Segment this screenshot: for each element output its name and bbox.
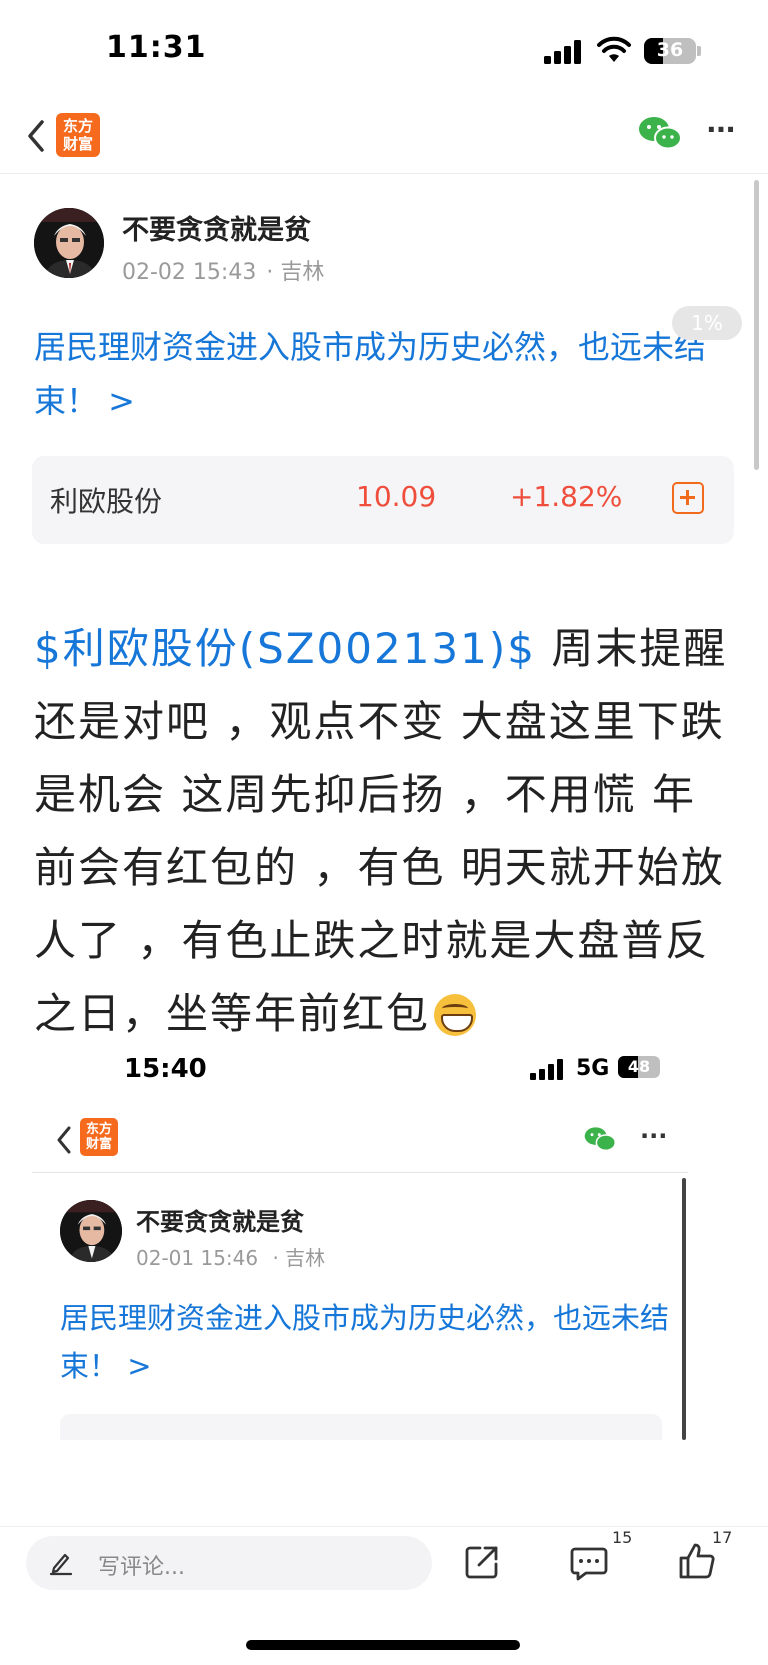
share-icon[interactable] [464, 1544, 500, 1580]
embed-avatar-image [60, 1200, 122, 1262]
battery-level: 36 [656, 39, 684, 61]
embed-brand-logo: 东方财富 [80, 1118, 118, 1156]
author-avatar[interactable] [34, 208, 104, 278]
embed-author-name: 不要贪贪就是贫 [136, 1208, 304, 1236]
author-name[interactable]: 不要贪贪就是贫 [122, 208, 311, 247]
wifi-icon [597, 36, 631, 62]
embed-timestamp: 02-01 15:46 [136, 1246, 259, 1270]
home-indicator[interactable] [246, 1640, 520, 1650]
embed-divider [32, 1172, 688, 1173]
stock-change: +1.82% [510, 480, 623, 513]
back-arrow-icon[interactable] [22, 116, 52, 156]
embed-topic-link: 居民理财资金进入股市成为历史必然，也远未结束！ > [60, 1301, 670, 1383]
embed-location: · 吉林 [272, 1246, 326, 1270]
battery-icon: 36 [644, 38, 696, 64]
embed-battery-icon: 48 [618, 1056, 660, 1078]
embed-author-avatar [60, 1200, 122, 1262]
embed-stock-card [60, 1414, 662, 1440]
embed-network-type: 5G [576, 1056, 610, 1081]
scrollbar[interactable] [754, 180, 759, 470]
status-bar: 11:31 36 [0, 0, 768, 100]
embed-back-arrow-icon [57, 1126, 71, 1154]
stock-name: 利欧股份 [50, 485, 163, 518]
comments-count: 15 [612, 1528, 633, 1547]
brand-logo[interactable]: 东方财富 [56, 113, 100, 157]
stock-card[interactable]: 利欧股份 10.09 +1.82% [32, 456, 734, 544]
topic-link[interactable]: 居民理财资金进入股市成为历史必然，也远未结束！ > [34, 320, 734, 428]
comment-placeholder: 写评论... [98, 1555, 185, 1580]
embed-wechat-icon [584, 1127, 616, 1151]
embedded-screenshot[interactable]: 15:40 5G 48 东方财富 ··· 不要贪贪就是贫 02-01 15:46… [32, 1040, 736, 1440]
thumbs-up-icon[interactable] [678, 1542, 716, 1580]
embed-post-meta: 02-01 15:46 · 吉林 [136, 1242, 325, 1271]
embed-more-icon: ··· [640, 1122, 668, 1150]
post-body-text: 周末提醒还是对吧 ，观点不变 大盘这里下跌是机会 这周先抑后扬 ，不用慌 年前会… [34, 624, 728, 1038]
pen-icon [49, 1553, 73, 1576]
embed-signal-icon [530, 1058, 566, 1080]
add-to-watchlist-icon[interactable] [672, 482, 704, 514]
comment-input[interactable]: 写评论... [26, 1536, 432, 1590]
avatar-image [34, 208, 104, 278]
embed-scrollbar [682, 1178, 686, 1440]
comments-icon[interactable] [570, 1546, 608, 1582]
post-location: · 吉林 [266, 260, 325, 285]
post-timestamp: 02-02 15:43 [122, 260, 257, 285]
stock-price: 10.09 [356, 480, 437, 513]
embed-battery-level: 48 [627, 1057, 651, 1076]
battery-tip [697, 46, 701, 56]
cellular-signal-icon [544, 38, 584, 64]
post-body: $利欧股份(SZ002131)$ 周末提醒还是对吧 ，观点不变 大盘这里下跌是机… [34, 612, 740, 1050]
stock-tag-link[interactable]: $利欧股份(SZ002131)$ [34, 624, 536, 673]
embed-status-time: 15:40 [124, 1054, 207, 1084]
wechat-share-icon[interactable] [638, 116, 682, 150]
post-meta: 02-02 15:43 · 吉林 [122, 254, 324, 286]
likes-count: 17 [712, 1528, 733, 1547]
grinning-face-emoji-icon [434, 994, 477, 1036]
read-progress-badge: 1% [672, 306, 742, 340]
more-options-icon[interactable]: ··· [706, 116, 742, 150]
status-time: 11:31 [106, 30, 207, 65]
